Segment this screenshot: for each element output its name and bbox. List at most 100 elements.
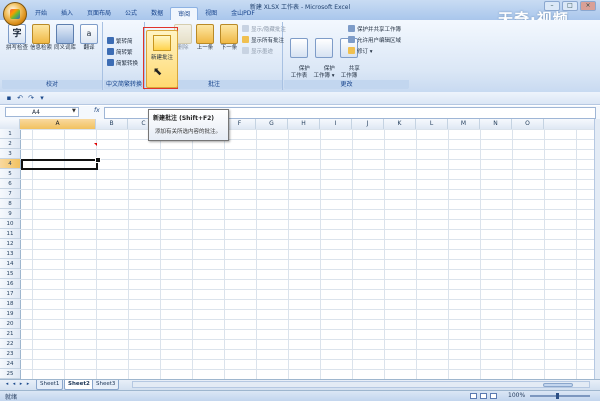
row-header[interactable]: 17 xyxy=(0,289,20,299)
trad-to-simp-button[interactable]: 繁转简 xyxy=(107,36,133,45)
next-comment-button[interactable]: 下一条 xyxy=(216,24,242,52)
row-header[interactable]: 23 xyxy=(0,349,20,359)
fill-handle[interactable] xyxy=(95,157,101,163)
row-header[interactable]: 11 xyxy=(0,229,20,239)
tab-home[interactable]: 开始 xyxy=(28,7,54,20)
office-button[interactable] xyxy=(3,2,27,26)
row-header[interactable]: 20 xyxy=(0,319,20,329)
tab-insert[interactable]: 插入 xyxy=(54,7,80,20)
last-sheet-icon[interactable]: ▸ xyxy=(25,381,31,388)
row-header[interactable]: 7 xyxy=(0,189,20,199)
row-header[interactable]: 10 xyxy=(0,219,20,229)
show-hide-comment-button[interactable]: 显示/隐藏批注 xyxy=(242,24,286,33)
customize-icon[interactable]: ▾ xyxy=(38,94,46,102)
sheet-tab-1[interactable]: Sheet1 xyxy=(36,380,64,390)
row-header[interactable]: 21 xyxy=(0,329,20,339)
column-header[interactable]: M xyxy=(448,119,480,129)
new-comment-button[interactable]: 新建批注 xyxy=(146,30,178,88)
row-header[interactable]: 1 xyxy=(0,129,20,139)
page-layout-view-icon[interactable] xyxy=(480,393,487,399)
column-header[interactable]: N xyxy=(480,119,512,129)
active-cell[interactable] xyxy=(21,159,98,170)
row-header[interactable]: 2 xyxy=(0,139,20,149)
protect-share-button[interactable]: 保护并共享工作簿 xyxy=(348,24,401,33)
maximize-icon[interactable]: □ xyxy=(562,1,578,11)
column-header[interactable]: I xyxy=(320,119,352,129)
next-sheet-icon[interactable]: ▸ xyxy=(18,381,24,388)
tab-page-layout[interactable]: 页面布局 xyxy=(80,7,118,20)
row-header[interactable]: 9 xyxy=(0,209,20,219)
track-changes-button[interactable]: 修订 ▾ xyxy=(348,46,373,55)
row-header[interactable]: 24 xyxy=(0,359,20,369)
column-header[interactable]: K xyxy=(384,119,416,129)
column-header[interactable]: J xyxy=(352,119,384,129)
save-icon[interactable]: ▪ xyxy=(5,94,13,102)
share-workbook-button[interactable]: 共享 工作簿 xyxy=(336,24,362,87)
row-header[interactable]: 18 xyxy=(0,299,20,309)
sheet-tab-3[interactable]: Sheet3 xyxy=(92,380,120,390)
column-header[interactable]: H xyxy=(288,119,320,129)
cell-area[interactable] xyxy=(20,129,595,379)
spell-check-label: 拼写检查 xyxy=(5,45,28,51)
first-sheet-icon[interactable]: ◂ xyxy=(4,381,10,388)
allow-edit-ranges-label: 允许用户编辑区域 xyxy=(357,37,402,44)
row-header[interactable]: 3 xyxy=(0,149,20,159)
row-header[interactable]: 25 xyxy=(0,369,20,379)
redo-icon[interactable]: ↷ xyxy=(27,94,35,102)
translate-button[interactable]: a 翻译 xyxy=(76,24,102,52)
prev-sheet-icon[interactable]: ◂ xyxy=(11,381,17,388)
name-box[interactable]: A4 xyxy=(5,107,79,117)
row-header[interactable]: 12 xyxy=(0,239,20,249)
chinese-convert-button[interactable]: 简繁转换 xyxy=(107,58,138,67)
column-header[interactable]: A xyxy=(20,119,96,129)
close-icon[interactable]: × xyxy=(580,1,596,11)
row-header[interactable]: 16 xyxy=(0,279,20,289)
normal-view-icon[interactable] xyxy=(470,393,477,399)
research-button[interactable]: 信息检索 xyxy=(28,24,54,52)
comment-icon xyxy=(242,36,249,43)
new-comment-label: 新建批注 xyxy=(150,55,173,61)
protect-workbook-button[interactable]: 保护 工作簿 ▾ xyxy=(311,24,337,87)
simp-to-trad-button[interactable]: 简转繁 xyxy=(107,47,133,56)
row-header[interactable]: 5 xyxy=(0,169,20,179)
tab-view[interactable]: 视图 xyxy=(198,7,224,20)
select-all-corner[interactable] xyxy=(0,119,20,129)
tab-pdf[interactable]: 金山PDF xyxy=(224,7,262,20)
show-all-comments-label: 显示所有批注 xyxy=(251,37,285,44)
row-header[interactable]: 22 xyxy=(0,339,20,349)
horizontal-scrollbar[interactable] xyxy=(132,381,590,388)
sheet-tab-2[interactable]: Sheet2 xyxy=(64,380,94,390)
tab-review[interactable]: 审阅 xyxy=(170,7,199,21)
protect-sheet-button[interactable]: 保护 工作表 xyxy=(286,24,312,87)
tab-formulas[interactable]: 公式 xyxy=(118,7,144,20)
vertical-scrollbar[interactable] xyxy=(594,119,600,379)
row-header[interactable]: 19 xyxy=(0,309,20,319)
research-icon xyxy=(32,24,50,44)
zoom-level[interactable]: 100% xyxy=(508,392,525,399)
column-header[interactable]: O xyxy=(512,119,544,129)
tab-data[interactable]: 数据 xyxy=(144,7,170,20)
row-header[interactable]: 13 xyxy=(0,249,20,259)
column-header[interactable]: L xyxy=(416,119,448,129)
zoom-slider[interactable] xyxy=(530,395,590,397)
show-all-comments-button[interactable]: 显示所有批注 xyxy=(242,35,284,44)
row-header[interactable]: 8 xyxy=(0,199,20,209)
page-break-view-icon[interactable] xyxy=(490,393,497,399)
column-header[interactable]: G xyxy=(256,119,288,129)
previous-comment-button[interactable]: 上一条 xyxy=(192,24,218,52)
thesaurus-button[interactable]: 同义词库 xyxy=(52,24,78,52)
spell-check-button[interactable]: 字 拼写检查 xyxy=(4,24,30,52)
row-header[interactable]: 14 xyxy=(0,259,20,269)
horizontal-scroll-thumb[interactable] xyxy=(543,383,573,387)
row-header[interactable]: 15 xyxy=(0,269,20,279)
insert-function-button[interactable]: fx xyxy=(94,107,100,114)
zoom-slider-thumb[interactable] xyxy=(556,393,559,399)
allow-edit-ranges-button[interactable]: 允许用户编辑区域 xyxy=(348,35,401,44)
row-header[interactable]: 6 xyxy=(0,179,20,189)
show-ink-button[interactable]: 显示墨迹 xyxy=(242,46,273,55)
undo-icon[interactable]: ↶ xyxy=(16,94,24,102)
row-header[interactable]: 4 xyxy=(0,159,20,169)
name-box-dropdown-icon[interactable]: ▼ xyxy=(72,108,76,114)
column-header[interactable]: B xyxy=(96,119,128,129)
minimize-icon[interactable]: – xyxy=(544,1,560,11)
